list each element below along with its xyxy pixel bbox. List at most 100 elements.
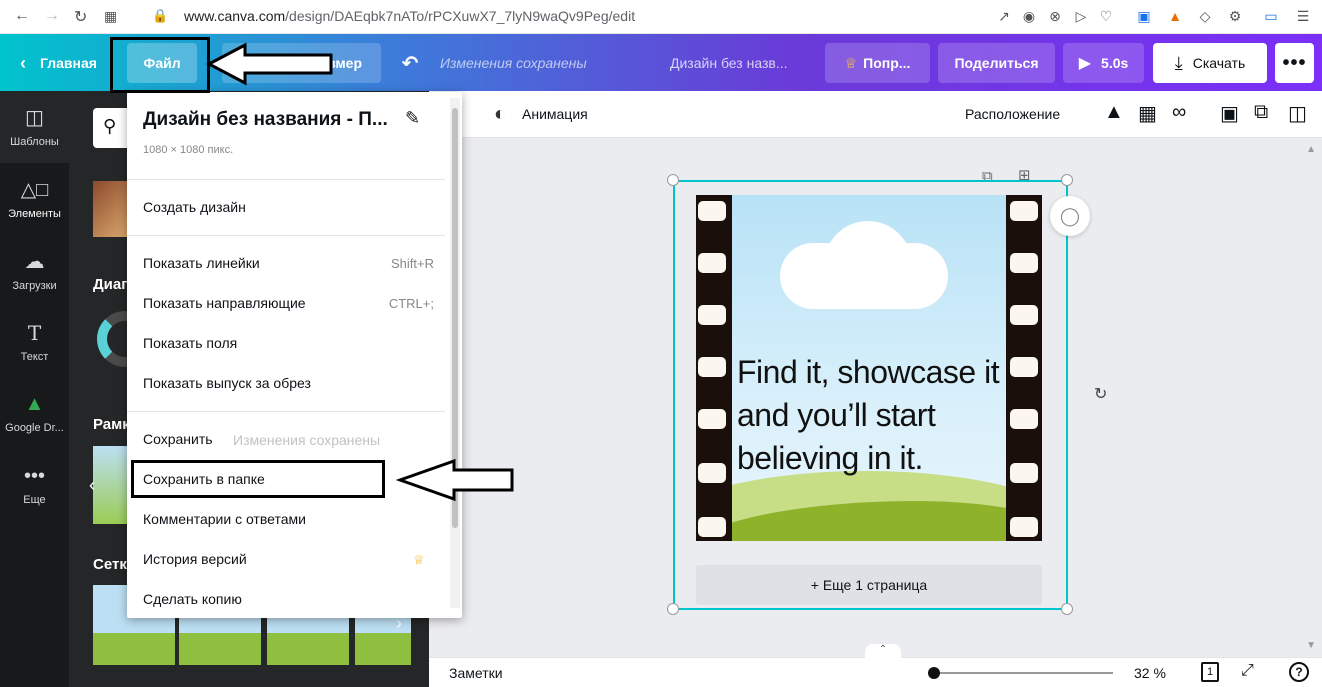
film-hole <box>698 305 726 325</box>
rail-more[interactable]: ••• Еще <box>0 451 69 523</box>
lock-icon[interactable]: ▣ <box>1220 101 1239 126</box>
paint-roller-icon[interactable]: ▲ <box>1104 101 1124 124</box>
google-drive-icon: ▲ <box>24 393 45 415</box>
resize-handle[interactable] <box>667 603 679 615</box>
film-hole <box>698 357 726 377</box>
rail-text-label: Текст <box>20 351 49 363</box>
menu-make-copy[interactable]: Сделать копию <box>143 591 242 607</box>
animation-button[interactable]: Анимация <box>522 106 588 122</box>
rail-elements-label: Элементы <box>8 208 61 220</box>
resize-handle[interactable] <box>1061 174 1073 186</box>
rail-uploads[interactable]: ☁ Загрузки <box>0 235 69 307</box>
menu-show-guides[interactable]: Показать направляющие <box>143 295 306 311</box>
menu-create-design[interactable]: Создать дизайн <box>143 199 246 215</box>
more-options-button[interactable]: ••• <box>1275 43 1314 83</box>
frame-thumbnail[interactable] <box>93 446 127 524</box>
home-button[interactable]: ‹ Главная <box>14 43 109 83</box>
reload-icon[interactable]: ↻ <box>74 7 87 27</box>
undo-icon[interactable]: ↶ <box>394 43 426 83</box>
shortcut-guides: CTRL+; <box>388 296 434 311</box>
help-icon[interactable]: ? <box>1289 662 1309 682</box>
highlight-box-file <box>110 37 210 93</box>
heart-icon[interactable]: ♡ <box>1097 8 1115 25</box>
battery-icon[interactable]: ▭ <box>1262 8 1280 25</box>
pencil-icon[interactable]: ✎ <box>405 108 420 129</box>
film-hole <box>1010 201 1038 221</box>
menu-comments[interactable]: Комментарии с ответами <box>143 511 306 527</box>
thumbnail-image[interactable] <box>93 181 127 237</box>
download-label: Скачать <box>1192 55 1246 71</box>
rail-elements[interactable]: △□ Элементы <box>0 163 69 235</box>
duplicate-icon[interactable]: ⧉ <box>1254 101 1268 124</box>
film-hole <box>698 517 726 537</box>
quote-text[interactable]: Find it, showcase it and you’ll start be… <box>737 351 1007 480</box>
scroll-up-icon[interactable]: ▲ <box>1306 144 1316 155</box>
cube-icon[interactable]: ◇ <box>1196 8 1214 25</box>
chevron-up-icon[interactable]: ⌃ <box>865 644 901 658</box>
download-button[interactable]: ⤓ Скачать <box>1153 43 1267 83</box>
url-domain: www.canva.com <box>184 8 286 24</box>
share-page-icon[interactable]: ↗ <box>995 8 1013 25</box>
cart-icon[interactable]: ▣ <box>1135 8 1153 25</box>
menu-document-title[interactable]: Дизайн без названия - П... <box>143 109 393 131</box>
link-icon[interactable]: ∞ <box>1172 101 1186 124</box>
add-more-page-button[interactable]: + Еще 1 страница <box>696 565 1042 605</box>
play-button[interactable]: ▶ 5.0s <box>1063 43 1144 83</box>
film-hole <box>1010 357 1038 377</box>
position-button[interactable]: Расположение <box>965 106 1060 122</box>
film-hole <box>698 463 726 483</box>
menu-divider <box>127 179 445 180</box>
back-icon[interactable]: ← <box>14 7 30 25</box>
comment-add-icon[interactable]: ◯ <box>1050 196 1090 236</box>
upgrade-button[interactable]: ♕ Попр... <box>825 43 930 83</box>
menu-version-history[interactable]: История версий <box>143 551 247 567</box>
address-bar[interactable]: www.canva.com/design/DAEqbk7nATo/rPCXuwX… <box>184 8 635 24</box>
download-icon: ⤓ <box>1174 52 1183 73</box>
film-hole <box>1010 463 1038 483</box>
notes-button[interactable]: Заметки <box>449 665 503 681</box>
forward-icon[interactable]: → <box>44 7 60 25</box>
chevron-left-icon[interactable]: ‹ <box>89 475 95 496</box>
rail-templates-label: Шаблоны <box>10 136 59 148</box>
rotate-icon[interactable]: ↻ <box>1094 384 1107 404</box>
menu-save[interactable]: Сохранить <box>143 431 213 447</box>
block-icon[interactable]: ⊗ <box>1046 8 1064 25</box>
apps-grid-icon[interactable]: ▦ <box>104 8 117 25</box>
zoom-slider-thumb[interactable] <box>928 667 940 679</box>
zoom-slider[interactable] <box>933 672 1113 674</box>
scroll-down-icon[interactable]: ▼ <box>1306 640 1316 651</box>
menu-scrollbar[interactable] <box>450 98 460 608</box>
transparency-icon[interactable]: ▦ <box>1138 101 1157 126</box>
page-count-button[interactable]: 1 <box>1201 662 1219 682</box>
design-page[interactable]: Find it, showcase it and you’ll start be… <box>696 195 1042 541</box>
text-icon: T <box>27 321 42 345</box>
save-status: Изменения сохранены <box>440 55 587 71</box>
film-strip-right <box>1006 195 1042 541</box>
browser-menu-icon[interactable]: ☰ <box>1294 8 1312 25</box>
context-toolbar: ◐ Анимация Расположение ▲ ▦ ∞ ▣ ⧉ ◫ <box>462 91 1322 138</box>
menu-show-margins[interactable]: Показать поля <box>143 335 237 351</box>
menu-document-size: 1080 × 1080 пикс. <box>143 144 234 156</box>
film-hole <box>698 201 726 221</box>
url-path: /design/DAEqbk7nATo/rPCXuwX7_7lyN9waQv9P… <box>285 8 636 24</box>
camera-icon[interactable]: ◉ <box>1020 8 1038 25</box>
resize-handle[interactable] <box>1061 603 1073 615</box>
trash-icon[interactable]: ◫ <box>1288 101 1307 126</box>
share-button[interactable]: Поделиться <box>938 43 1055 83</box>
zoom-level[interactable]: 32 % <box>1134 665 1166 681</box>
document-title[interactable]: Дизайн без назв... <box>670 55 787 71</box>
extensions-icon[interactable]: ⚙ <box>1226 8 1244 25</box>
rail-text[interactable]: T Текст <box>0 307 69 379</box>
rail-uploads-label: Загрузки <box>12 280 57 292</box>
upload-icon: ☁ <box>24 251 45 273</box>
send-icon[interactable]: ▷ <box>1072 8 1090 25</box>
resize-handle[interactable] <box>667 174 679 186</box>
fullscreen-icon[interactable]: ⤢ <box>1241 662 1254 680</box>
chevron-left-icon: ‹ <box>20 52 26 73</box>
flame-icon[interactable]: ▲ <box>1166 8 1184 24</box>
menu-show-bleed[interactable]: Показать выпуск за обрез <box>143 375 311 391</box>
rail-google-drive[interactable]: ▲ Google Dr... <box>0 379 69 451</box>
rail-templates[interactable]: ◫ Шаблоны <box>0 91 69 163</box>
menu-show-rulers[interactable]: Показать линейки <box>143 255 260 271</box>
highlight-box-save-folder <box>131 460 385 498</box>
